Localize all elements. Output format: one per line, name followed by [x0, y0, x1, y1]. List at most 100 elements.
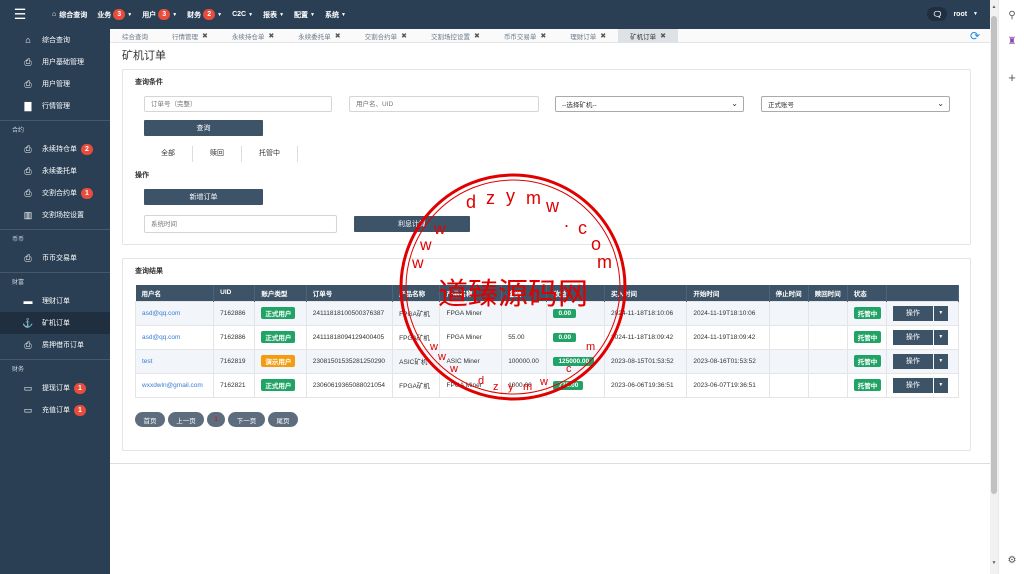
add-order-button[interactable]: 新增订单 — [144, 189, 263, 205]
sidebar-item[interactable]: ⌂ 综合查询 — [0, 29, 110, 51]
top-nav-item[interactable]: 财务 2 ▼ — [187, 9, 222, 20]
top-nav-item[interactable]: 系统 ▼ — [325, 10, 346, 20]
username[interactable]: root — [953, 11, 967, 18]
search-icon[interactable]: ⚲ — [1004, 8, 1020, 24]
caret-down-icon[interactable]: ▼ — [933, 305, 948, 321]
document-icon: ⎙ — [24, 339, 32, 350]
close-icon[interactable]: ✖ — [268, 32, 274, 40]
top-nav-item[interactable]: C2C ▼ — [232, 11, 253, 18]
scroll-down-icon[interactable]: ▼ — [990, 560, 998, 566]
last-page-button[interactable]: 尾页 — [268, 412, 298, 427]
close-icon[interactable]: ✖ — [600, 32, 606, 40]
tab-label: 币币交易单 — [503, 33, 537, 41]
table-header-cell — [886, 285, 960, 301]
miner-select[interactable]: --选择矿机-- ⌄ — [555, 96, 744, 112]
subtab-custody[interactable]: 托管中 — [242, 146, 298, 162]
user-area[interactable]: 🗨 root ▼ — [927, 7, 978, 21]
tab-item[interactable]: 永续委托单 ✖ — [286, 29, 352, 43]
content-bottom-divider — [110, 463, 990, 464]
tab-item[interactable]: 矿机订单 ✖ — [618, 28, 678, 43]
tab-item[interactable]: 永续持仓单 ✖ — [220, 29, 286, 43]
count-badge: 2 — [81, 143, 93, 155]
sidebar-item[interactable]: ⎙ 永续委托单 — [0, 160, 110, 182]
account-type-badge: 正式用户 — [261, 379, 296, 391]
close-icon[interactable]: ✖ — [474, 32, 480, 40]
caret-down-icon[interactable]: ▼ — [933, 329, 948, 345]
top-nav-item[interactable]: 报表 ▼ — [263, 10, 284, 20]
add-icon[interactable]: + — [1004, 70, 1020, 86]
sidebar-item[interactable]: ▭ 提现订单 1 — [0, 377, 110, 399]
user-uid-input[interactable] — [349, 96, 539, 112]
next-page-button[interactable]: 下一页 — [228, 412, 265, 427]
operation-button-label[interactable]: 操作 — [892, 377, 933, 393]
system-time-input[interactable] — [144, 215, 337, 233]
tab-item[interactable]: 币币交易单 ✖ — [492, 29, 558, 43]
sidebar-item[interactable]: ⚓ 矿机订单 — [0, 312, 110, 334]
close-icon[interactable]: ✖ — [540, 32, 546, 40]
start-time-value: 2023-08-16T01:53:52 — [693, 357, 756, 365]
operation-button[interactable]: 操作 ▼ — [892, 377, 948, 393]
table-cell — [768, 324, 809, 350]
document-icon: ⎙ — [24, 252, 32, 263]
extension-icon[interactable]: ♜ — [1004, 34, 1020, 50]
current-page-button[interactable]: 1 — [207, 412, 225, 427]
refresh-icon[interactable]: ⟳ — [970, 29, 980, 43]
chat-icon[interactable]: 🗨 — [927, 7, 948, 21]
tab-item[interactable]: 综合查询 — [110, 29, 160, 43]
tab-item[interactable]: 行情管理 ✖ — [160, 29, 220, 43]
settings-gear-icon[interactable]: ⚙ — [1004, 553, 1020, 569]
tab-label: 永续持仓单 — [231, 33, 265, 41]
operation-button[interactable]: 操作 ▼ — [892, 305, 948, 321]
account-select[interactable]: 正式账号 ⌄ — [761, 96, 950, 112]
sidebar-item[interactable]: ▥ 交割场控设置 — [0, 204, 110, 226]
chevron-down-icon[interactable]: ▼ — [973, 11, 978, 17]
order-no-input[interactable] — [144, 96, 332, 112]
sidebar-item[interactable]: ⎙ 永续持仓单 2 — [0, 138, 110, 160]
caret-down-icon[interactable]: ▼ — [933, 377, 948, 393]
top-nav-item[interactable]: 用户 3 ▼ — [142, 9, 177, 20]
user-link[interactable]: test — [142, 358, 152, 365]
sidebar-item[interactable]: ⎙ 质押借币订单 — [0, 334, 110, 356]
caret-down-icon: ▼ — [279, 11, 285, 18]
subtab-all[interactable]: 全部 — [144, 146, 193, 162]
tab-item[interactable]: 交割合约单 ✖ — [353, 29, 419, 43]
sidebar-item[interactable]: ⎙ 用户管理 — [0, 73, 110, 95]
top-nav-item[interactable]: 业务 3 ▼ — [97, 9, 132, 20]
user-link[interactable]: wxxdwln@gmail.com — [142, 382, 203, 389]
start-time-value: 2023-06-07T19:36:51 — [693, 381, 756, 389]
operation-button-label[interactable]: 操作 — [892, 305, 933, 321]
tab-item[interactable]: 交割场控设置 ✖ — [419, 29, 492, 43]
sidebar-item[interactable]: ⎙ 交割合约单 1 — [0, 182, 110, 204]
sidebar-item[interactable]: ▇ 行情管理 — [0, 95, 110, 117]
top-nav-item[interactable]: 配置 ▼ — [294, 10, 315, 20]
caret-down-icon: ▼ — [248, 11, 254, 18]
user-link[interactable]: asd@qq.com — [142, 310, 180, 317]
close-icon[interactable]: ✖ — [401, 32, 407, 40]
operation-button[interactable]: 操作 ▼ — [892, 329, 948, 345]
start-time-value: 2024-11-19T18:09:42 — [693, 333, 756, 341]
caret-down-icon[interactable]: ▼ — [933, 353, 948, 369]
close-icon[interactable]: ✖ — [202, 32, 208, 40]
operation-button-label[interactable]: 操作 — [892, 329, 933, 345]
first-page-button[interactable]: 首页 — [135, 412, 165, 427]
operation-button[interactable]: 操作 ▼ — [892, 353, 948, 369]
close-icon[interactable]: ✖ — [335, 32, 341, 40]
sidebar-item[interactable]: ⎙ 币币交易单 — [0, 247, 110, 269]
tab-label: 行情管理 — [172, 33, 198, 41]
subtab-redeemed[interactable]: 赎回 — [193, 146, 242, 162]
scroll-up-icon[interactable]: ▲ — [990, 4, 998, 10]
scrollbar-thumb[interactable] — [991, 16, 997, 494]
query-button[interactable]: 查询 — [144, 120, 263, 136]
status-badge: 托管中 — [853, 307, 882, 319]
hamburger-menu-icon[interactable]: ☰ — [0, 0, 40, 29]
top-nav-item[interactable]: ⌂ 综合查询 — [52, 10, 87, 20]
operation-button-label[interactable]: 操作 — [892, 353, 933, 369]
sidebar-item[interactable]: ⎙ 用户基础管理 — [0, 51, 110, 73]
user-link[interactable]: asd@qq.com — [142, 334, 180, 341]
tab-item[interactable]: 理财订单 ✖ — [558, 29, 618, 43]
sidebar-item[interactable]: ▭ 充值订单 1 — [0, 399, 110, 421]
sidebar-item[interactable]: ▬ 理财订单 — [0, 290, 110, 312]
close-icon[interactable]: ✖ — [660, 32, 666, 40]
table-cell: asd@qq.com — [134, 300, 215, 326]
prev-page-button[interactable]: 上一页 — [168, 412, 204, 427]
